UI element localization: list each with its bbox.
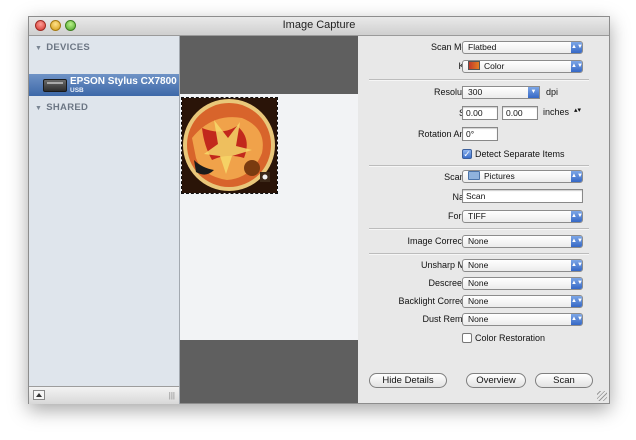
updown-chevron-icon: ▲▼: [571, 211, 583, 222]
resolution-label: Resolution:: [433, 87, 479, 97]
hide-details-button[interactable]: Hide Details: [369, 373, 447, 388]
name-field[interactable]: Scan: [462, 189, 583, 203]
dust-removal-value: None: [468, 314, 489, 324]
size-unit: inches: [543, 107, 570, 117]
backlight-correction-label: Backlight Correction: [398, 296, 479, 306]
window-title: Image Capture: [282, 19, 356, 31]
size-label: Size:: [359, 108, 479, 118]
sidebar-item-epson-scanner[interactable]: EPSON Stylus CX7800 USB: [29, 74, 179, 96]
color-restoration-label[interactable]: Color Restoration: [475, 333, 545, 343]
updown-chevron-icon: ▲▼: [571, 236, 583, 247]
shared-header-label: SHARED: [46, 102, 89, 113]
unsharp-mask-value: None: [468, 260, 489, 270]
format-value: TIFF: [468, 211, 486, 221]
updown-chevron-icon: ▲▼: [571, 260, 583, 271]
image-capture-window: Image Capture ▼ DEVICES EPSON Stylus CX78…: [28, 16, 610, 404]
unsharp-mask-label: Unsharp Mask: [420, 260, 479, 270]
updown-chevron-icon: ▲▼: [571, 314, 583, 325]
kind-label: Kind:: [359, 61, 479, 71]
scan-button[interactable]: Scan: [535, 373, 593, 388]
scan-preview-area[interactable]: [180, 36, 358, 403]
updown-chevron-icon: ▲▼: [571, 296, 583, 307]
updown-chevron-icon: ▲▼: [571, 278, 583, 289]
updown-chevron-icon: ▲▼: [571, 42, 583, 53]
resolution-combo[interactable]: 300 ▼: [462, 86, 540, 99]
descreening-label: Descreening: [428, 278, 479, 288]
format-popup[interactable]: TIFF ▲▼: [462, 210, 583, 223]
scan-mode-popup[interactable]: Flatbed ▲▼: [462, 41, 583, 54]
resolution-unit: dpi: [546, 87, 559, 97]
separator: [369, 228, 589, 230]
device-connection: USB: [70, 87, 84, 94]
sidebar-footer: |||: [29, 386, 180, 404]
image-correction-popup[interactable]: None ▲▼: [462, 235, 583, 248]
artwork-image: [182, 98, 277, 193]
device-name: EPSON Stylus CX7800: [70, 76, 177, 87]
scan-to-popup[interactable]: Pictures ▲▼: [462, 170, 583, 183]
dust-removal-popup[interactable]: None ▲▼: [462, 313, 583, 326]
separator: [369, 79, 589, 81]
overview-button[interactable]: Overview: [466, 373, 526, 388]
rotation-angle-field[interactable]: 0°: [462, 127, 498, 141]
splitter-grip-icon[interactable]: |||: [169, 391, 175, 400]
name-label: Name:: [359, 192, 479, 202]
descreening-popup[interactable]: None ▲▼: [462, 277, 583, 290]
kind-popup[interactable]: Color ▲▼: [462, 60, 583, 73]
down-arrow-icon: ▼: [528, 87, 539, 98]
color-swatch-icon: [468, 61, 480, 70]
kind-value: Color: [484, 61, 505, 71]
width-field[interactable]: 0.00: [462, 106, 498, 120]
detect-separate-items-checkbox[interactable]: ✓: [462, 149, 472, 159]
rotation-angle-label: Rotation Angle:: [417, 129, 479, 139]
resolution-value: 300: [468, 87, 483, 97]
sidebar: ▼ DEVICES EPSON Stylus CX7800 USB ▼ SHARED: [29, 36, 180, 386]
scan-mode-value: Flatbed: [468, 42, 497, 52]
scan-to-value: Pictures: [484, 171, 515, 181]
backlight-correction-value: None: [468, 296, 489, 306]
color-restoration-checkbox[interactable]: [462, 333, 472, 343]
height-field[interactable]: 0.00: [502, 106, 538, 120]
scanner-icon: [43, 79, 67, 92]
disclosure-triangle-icon: ▼: [35, 105, 43, 112]
separator: [369, 165, 589, 167]
backlight-correction-popup[interactable]: None ▲▼: [462, 295, 583, 308]
separator: [369, 253, 589, 255]
updown-chevron-icon: ▲▼: [571, 171, 583, 182]
format-label: Format:: [359, 211, 479, 221]
image-correction-label: Image Correction:: [407, 236, 479, 246]
stepper-icon[interactable]: ▴▾: [574, 106, 581, 114]
updown-chevron-icon: ▲▼: [571, 61, 583, 72]
folder-icon: [468, 171, 480, 180]
dust-removal-label: Dust Removal: [422, 314, 479, 324]
resize-grip-icon[interactable]: [597, 391, 607, 401]
scanned-item-thumbnail[interactable]: [181, 97, 278, 194]
shared-section-header[interactable]: ▼ SHARED: [35, 102, 88, 113]
scan-to-label: Scan To:: [444, 172, 479, 182]
titlebar: Image Capture: [29, 17, 609, 36]
scan-mode-label: Scan Mode:: [430, 42, 479, 52]
settings-panel: Scan Mode: Flatbed ▲▼ Kind: Color ▲▼ Res…: [359, 36, 609, 403]
image-correction-value: None: [468, 236, 489, 246]
descreening-value: None: [468, 278, 489, 288]
detect-separate-items-label[interactable]: Detect Separate Items: [475, 149, 565, 159]
devices-header-label: DEVICES: [46, 42, 91, 53]
unsharp-mask-popup[interactable]: None ▲▼: [462, 259, 583, 272]
eject-icon[interactable]: [33, 390, 45, 400]
disclosure-triangle-icon: ▼: [35, 45, 43, 52]
devices-section-header[interactable]: ▼ DEVICES: [35, 42, 90, 53]
